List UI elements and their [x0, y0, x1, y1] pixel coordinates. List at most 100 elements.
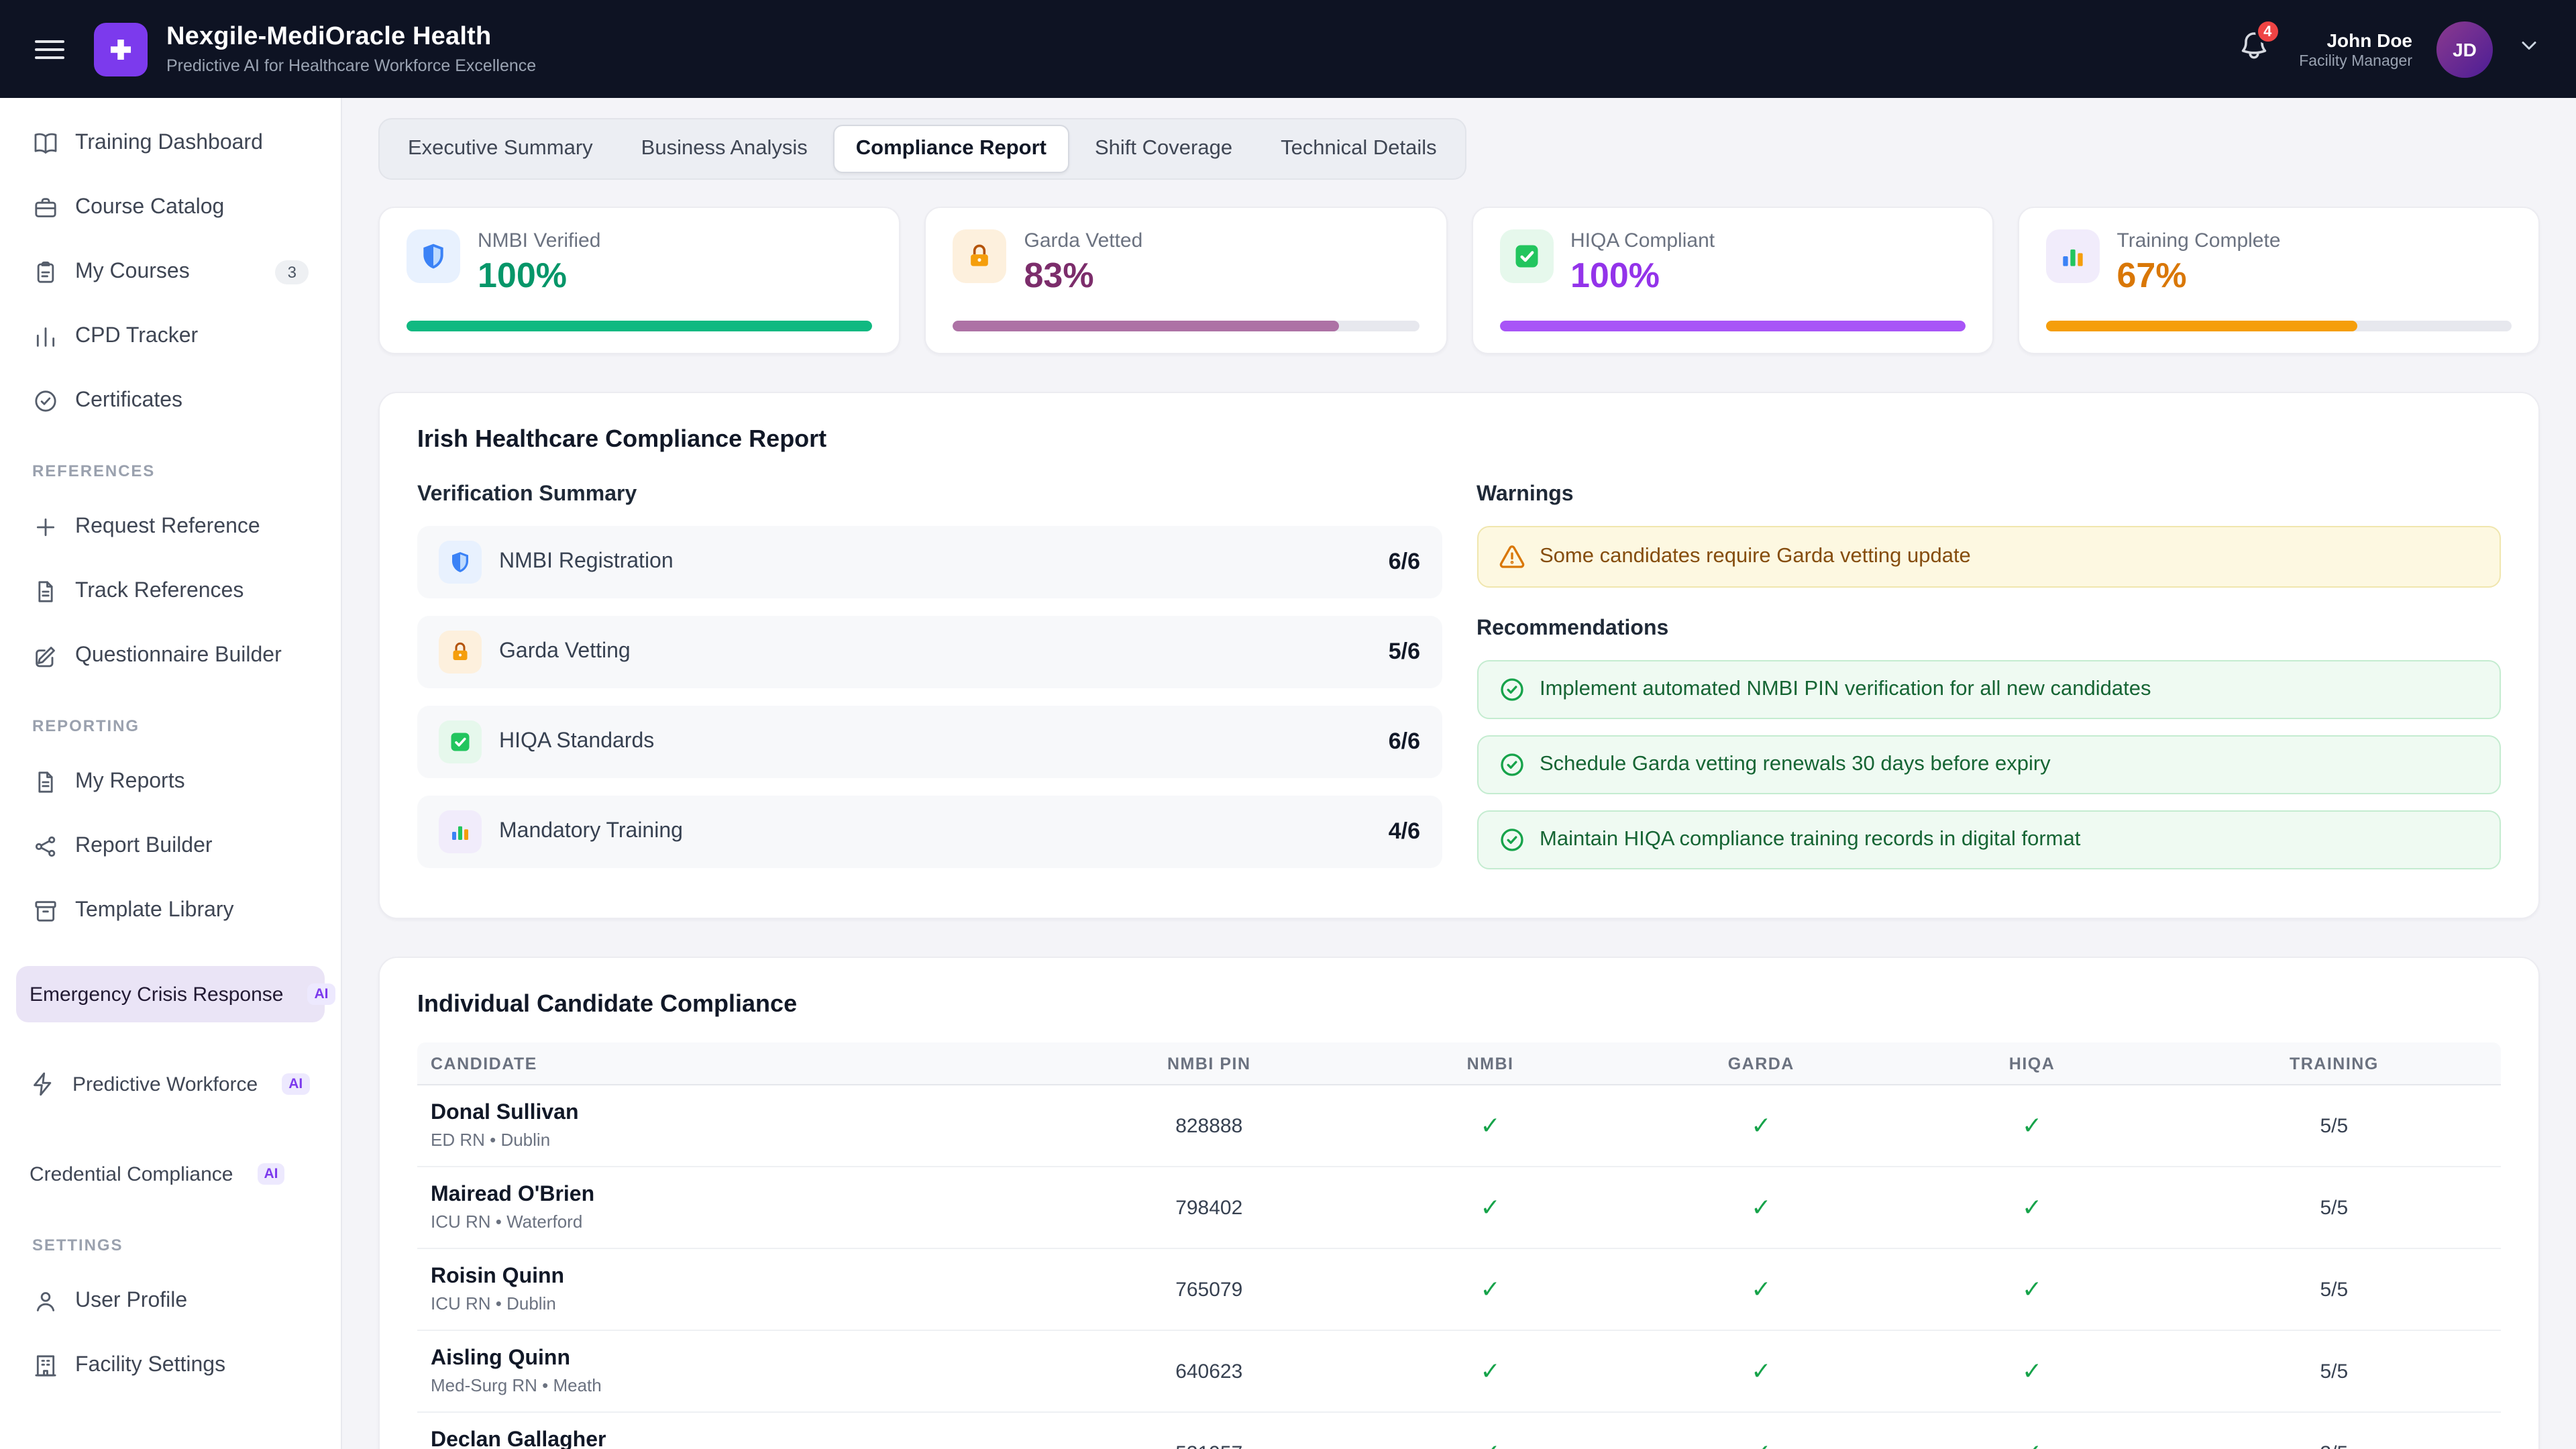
- check-square-icon: [439, 720, 482, 763]
- recommendation-text: Schedule Garda vetting renewals 30 days …: [1540, 753, 2051, 777]
- sidebar-section-references: REFERENCES: [32, 462, 309, 480]
- column-header-garda: GARDA: [1625, 1054, 1896, 1073]
- stat-card-nmbi-verified: NMBI Verified 100%: [378, 207, 901, 354]
- menu-icon[interactable]: [35, 40, 64, 58]
- sidebar-item-label: Track References: [75, 580, 244, 604]
- sidebar-item-template-library[interactable]: Template Library: [16, 883, 325, 939]
- sidebar: Training Dashboard Course Catalog My Cou…: [0, 98, 342, 1449]
- training-score: 5/5: [2167, 1196, 2501, 1219]
- column-header-nmbi-pin: NMBI PIN: [1063, 1054, 1355, 1073]
- progress-track: [953, 321, 1419, 331]
- sidebar-item-label: Certificates: [75, 389, 182, 413]
- hiqa-check: ✓: [1896, 1275, 2167, 1303]
- recommendation-item: Implement automated NMBI PIN verificatio…: [1477, 660, 2501, 719]
- candidate-name: Donal Sullivan: [431, 1102, 1063, 1126]
- avatar[interactable]: JD: [2436, 21, 2493, 77]
- bolt-icon: [30, 1071, 56, 1097]
- sidebar-item-label: Questionnaire Builder: [75, 644, 282, 668]
- warnings-recommendations: Warnings Some candidates require Garda v…: [1477, 483, 2501, 885]
- sidebar-item-report-builder[interactable]: Report Builder: [16, 818, 325, 875]
- sidebar-item-track-references[interactable]: Track References: [16, 564, 325, 620]
- progress-track: [1499, 321, 1966, 331]
- compliance-report-panel: Irish Healthcare Compliance Report Verif…: [378, 392, 2540, 919]
- verification-summary: Verification Summary NMBI Registration 6…: [417, 483, 1442, 885]
- sidebar-item-label: Report Builder: [75, 835, 213, 859]
- sidebar-item-emergency-crisis-response[interactable]: Emergency Crisis Response AI: [16, 966, 325, 1022]
- column-header-nmbi: NMBI: [1355, 1054, 1626, 1073]
- candidate-detail: ED RN • Dublin: [431, 1130, 1063, 1150]
- user-icon: [32, 1288, 59, 1315]
- warnings-title: Warnings: [1477, 483, 2501, 507]
- tab-compliance-report[interactable]: Compliance Report: [833, 125, 1069, 173]
- tab-executive-summary[interactable]: Executive Summary: [385, 125, 616, 173]
- sidebar-item-cpd-tracker[interactable]: CPD Tracker: [16, 309, 325, 365]
- column-header-training: TRAINING: [2167, 1054, 2501, 1073]
- candidate-table: CANDIDATE NMBI PIN NMBI GARDA HIQA TRAIN…: [417, 1042, 2501, 1449]
- shield-icon: [407, 229, 460, 283]
- notification-badge: 4: [2255, 19, 2280, 44]
- notifications-button[interactable]: 4: [2232, 24, 2275, 74]
- clipboard-icon: [32, 259, 59, 286]
- recommendation-text: Implement automated NMBI PIN verificatio…: [1540, 678, 2151, 702]
- sidebar-item-certificates[interactable]: Certificates: [16, 373, 325, 429]
- main-content: Executive Summary Business Analysis Comp…: [342, 98, 2576, 1449]
- plus-icon: [32, 514, 59, 541]
- ai-badge: AI: [282, 1073, 309, 1095]
- sidebar-section-settings: SETTINGS: [32, 1236, 309, 1254]
- chevron-down-icon[interactable]: [2517, 34, 2541, 64]
- garda-check: ✓: [1625, 1112, 1896, 1140]
- sidebar-item-label: Facility Settings: [75, 1354, 225, 1378]
- warning-item: Some candidates require Garda vetting up…: [1477, 526, 2501, 588]
- check-circle-icon: [1498, 751, 1525, 778]
- nmbi-pin: 531957: [1063, 1442, 1355, 1449]
- table-row: Mairead O'Brien ICU RN • Waterford 79840…: [417, 1167, 2501, 1249]
- stat-card-training-complete: Training Complete 67%: [2018, 207, 2540, 354]
- progress-fill: [2046, 321, 2358, 331]
- tab-shift-coverage[interactable]: Shift Coverage: [1072, 125, 1255, 173]
- candidate-name: Aisling Quinn: [431, 1347, 1063, 1371]
- nmbi-check: ✓: [1355, 1193, 1626, 1222]
- sidebar-item-course-catalog[interactable]: Course Catalog: [16, 180, 325, 236]
- nmbi-pin: 765079: [1063, 1278, 1355, 1301]
- recommendation-item: Maintain HIQA compliance training record…: [1477, 810, 2501, 869]
- sidebar-item-label: Request Reference: [75, 515, 260, 539]
- sidebar-item-facility-settings[interactable]: Facility Settings: [16, 1338, 325, 1394]
- verification-count: 5/6: [1389, 639, 1420, 665]
- candidate-name: Declan Gallagher: [431, 1429, 1063, 1449]
- sidebar-item-request-reference[interactable]: Request Reference: [16, 499, 325, 555]
- document-icon: [32, 769, 59, 796]
- share-icon: [32, 833, 59, 860]
- sidebar-item-predictive-workforce[interactable]: Predictive Workforce AI: [16, 1056, 325, 1112]
- sidebar-item-label: Credential Compliance: [30, 1163, 233, 1185]
- ai-badge: AI: [258, 1163, 285, 1185]
- sidebar-item-my-reports[interactable]: My Reports: [16, 754, 325, 810]
- sidebar-item-credential-compliance[interactable]: Credential Compliance AI: [16, 1146, 325, 1202]
- candidate-detail: ICU RN • Dublin: [431, 1293, 1063, 1313]
- stat-label: NMBI Verified: [478, 229, 600, 252]
- recommendations-title: Recommendations: [1477, 617, 2501, 641]
- bar-chart-icon: [439, 810, 482, 853]
- sidebar-item-user-profile[interactable]: User Profile: [16, 1273, 325, 1330]
- stat-value: 83%: [1024, 255, 1143, 297]
- sidebar-item-questionnaire-builder[interactable]: Questionnaire Builder: [16, 628, 325, 684]
- recommendation-text: Maintain HIQA compliance training record…: [1540, 828, 2080, 852]
- bar-chart-icon: [32, 323, 59, 350]
- column-header-hiqa: HIQA: [1896, 1054, 2167, 1073]
- sidebar-item-my-courses[interactable]: My Courses 3: [16, 244, 325, 301]
- tab-business-analysis[interactable]: Business Analysis: [619, 125, 830, 173]
- table-row: Declan Gallagher Med-Surg HCA • Kilkenny…: [417, 1413, 2501, 1449]
- check-circle-icon: [1498, 676, 1525, 703]
- sidebar-section-reporting: REPORTING: [32, 716, 309, 735]
- verification-row-nmbi: NMBI Registration 6/6: [417, 526, 1442, 598]
- stat-label: HIQA Compliant: [1570, 229, 1715, 252]
- training-score: 5/5: [2167, 1360, 2501, 1383]
- garda-check: ✓: [1625, 1357, 1896, 1385]
- building-icon: [32, 1352, 59, 1379]
- hiqa-check: ✓: [1896, 1357, 2167, 1385]
- sidebar-item-training-dashboard[interactable]: Training Dashboard: [16, 115, 325, 172]
- sidebar-item-label: My Reports: [75, 770, 185, 794]
- tab-technical-details[interactable]: Technical Details: [1258, 125, 1460, 173]
- training-score: 5/5: [2167, 1114, 2501, 1137]
- lock-icon: [953, 229, 1007, 283]
- stat-label: Garda Vetted: [1024, 229, 1143, 252]
